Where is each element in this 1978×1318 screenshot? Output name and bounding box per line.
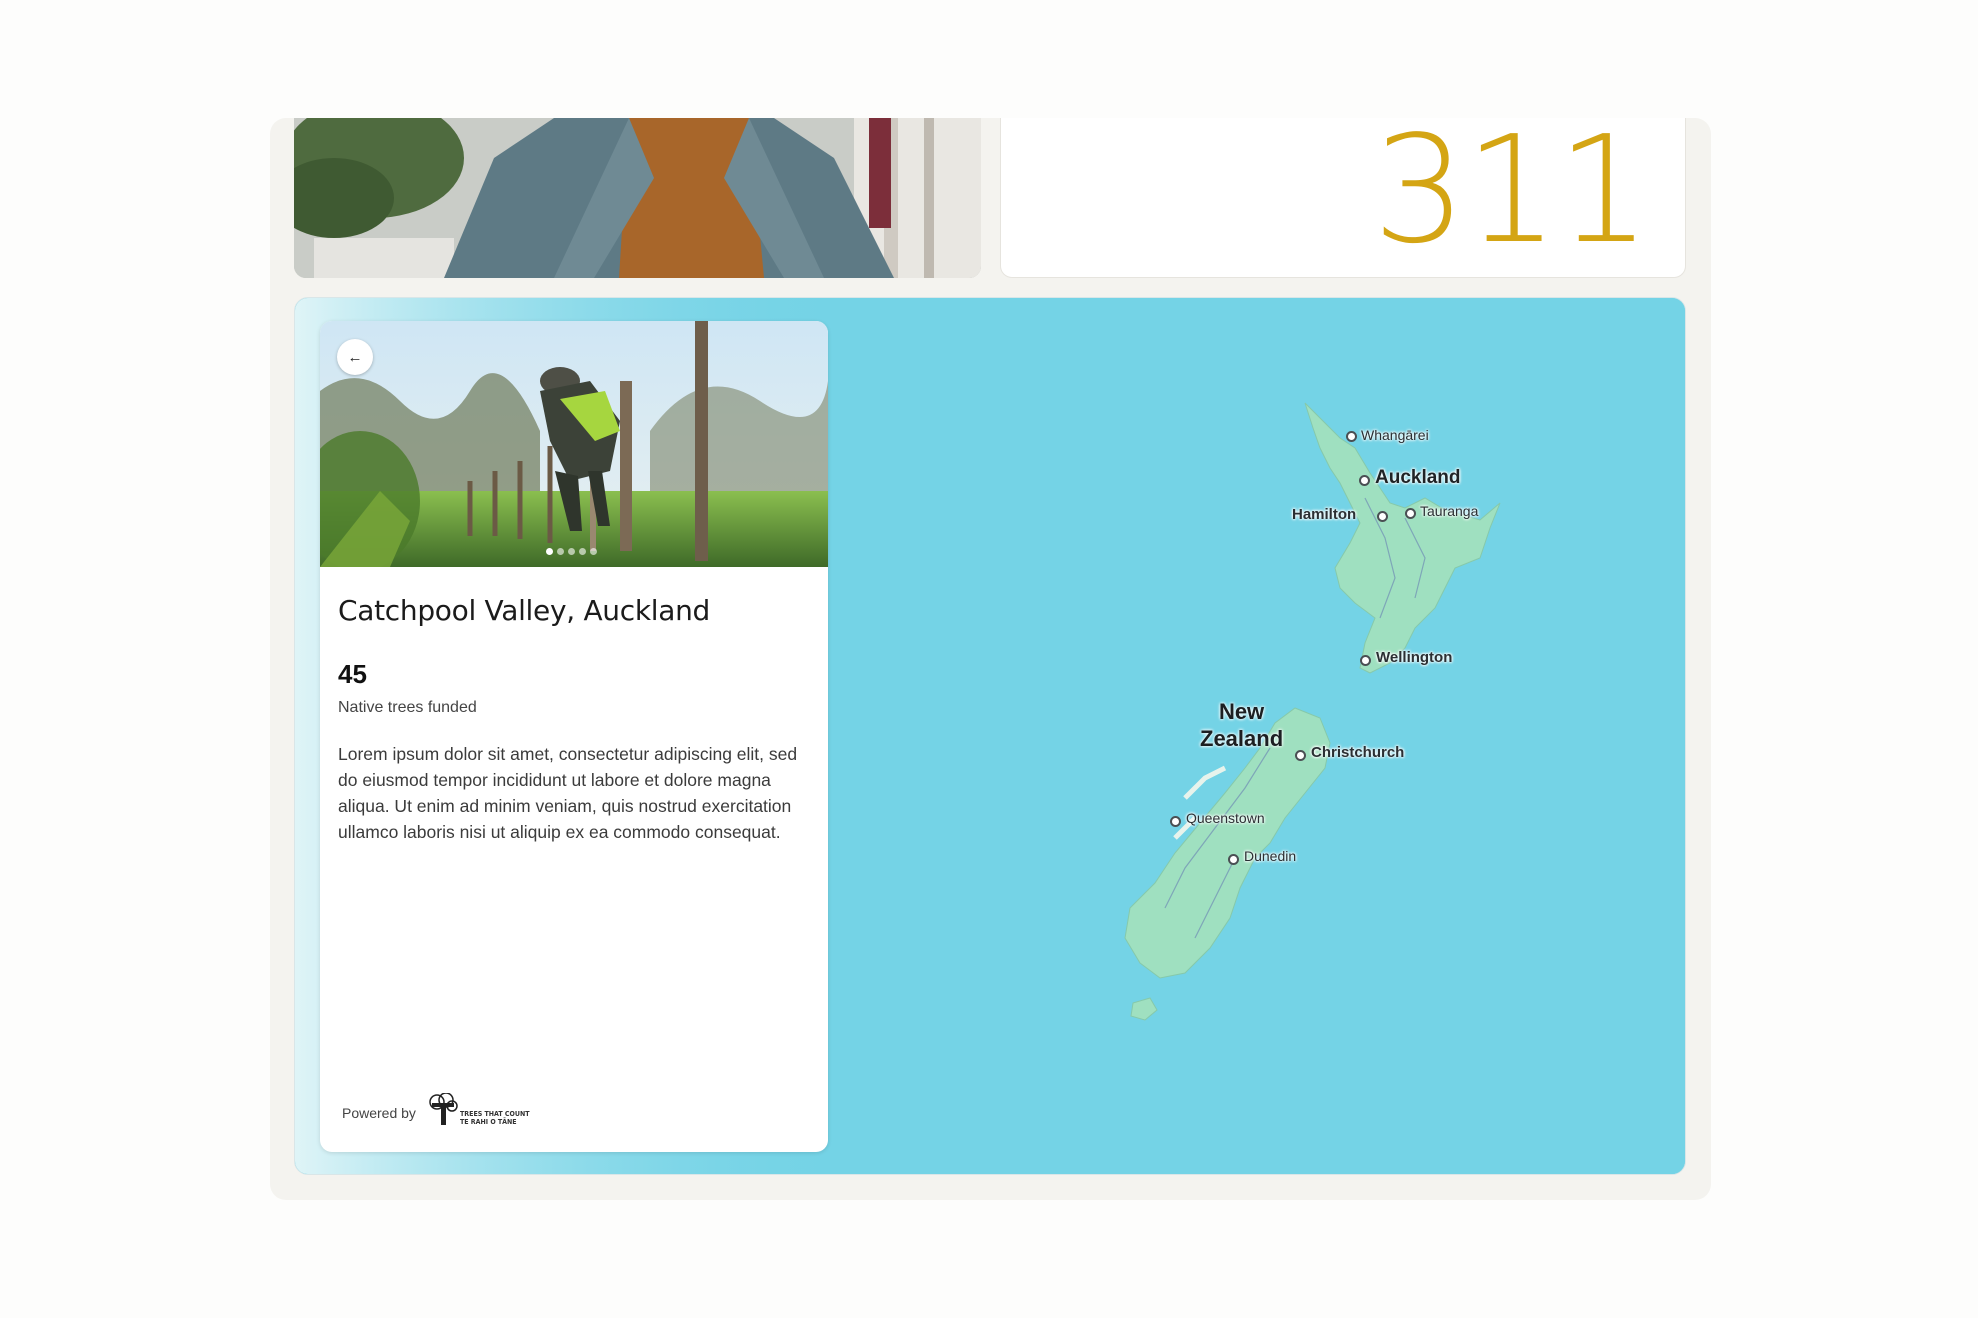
carousel-dot[interactable]: [568, 548, 575, 555]
person-photo-tile: [294, 118, 981, 278]
tauranga-marker[interactable]: [1405, 508, 1416, 519]
location-title: Catchpool Valley, Auckland: [338, 594, 711, 627]
hamilton-label: Hamilton: [1292, 506, 1357, 523]
wellington-marker[interactable]: [1360, 655, 1371, 666]
person-photo: [294, 118, 981, 278]
country-label-line1: New: [1218, 699, 1265, 724]
powered-by-label: Powered by: [342, 1105, 416, 1121]
carousel-dot[interactable]: [557, 548, 564, 555]
auckland-label: Auckland: [1375, 467, 1461, 488]
brand-name: TREES THAT COUNT TE RAHI O TĀNE: [460, 1110, 530, 1126]
carousel-dot[interactable]: [546, 548, 553, 555]
christchurch-label: Christchurch: [1311, 744, 1405, 761]
whangarei-label: Whangārei: [1361, 427, 1429, 443]
wellington-label: Wellington: [1376, 649, 1453, 666]
queenstown-marker[interactable]: [1170, 816, 1181, 827]
country-label-line2: Zealand: [1200, 726, 1284, 751]
whangarei-marker[interactable]: [1346, 431, 1357, 442]
christchurch-marker[interactable]: [1295, 750, 1306, 761]
hamilton-marker[interactable]: [1377, 511, 1388, 522]
dunedin-label: Dunedin: [1244, 848, 1297, 864]
trees-count: 45: [338, 659, 367, 689]
dunedin-marker[interactable]: [1228, 854, 1239, 865]
carousel-dot[interactable]: [590, 548, 597, 555]
queenstown-label: Queenstown: [1186, 810, 1265, 826]
brand-line2: TE RAHI O TĀNE: [460, 1118, 517, 1126]
map-section[interactable]: Whangārei Auckland Hamilton Tauranga Wel…: [294, 297, 1686, 1175]
trees-count-label: Native trees funded: [338, 699, 477, 716]
stat-number: 311: [1372, 118, 1651, 276]
tauranga-label: Tauranga: [1420, 503, 1479, 519]
auckland-marker[interactable]: [1359, 475, 1370, 486]
brand-line1: TREES THAT COUNT: [460, 1110, 530, 1118]
location-card: ← Catchpool Valley, Auckland 45 Native t…: [320, 321, 828, 1152]
tree-logo-icon: [429, 1093, 458, 1125]
back-button[interactable]: ←: [337, 339, 373, 375]
stat-tile: 311: [1000, 118, 1686, 278]
country-label: New Zealand: [1200, 698, 1283, 752]
location-description: Lorem ipsum dolor sit amet, consectetur …: [338, 744, 798, 842]
arrow-left-icon: ←: [347, 348, 363, 366]
carousel-dots: [546, 548, 597, 555]
dashboard-frame: 311 Whangārei Auckland Hamilton Tauranga…: [270, 118, 1711, 1200]
carousel-dot[interactable]: [579, 548, 586, 555]
card-photo[interactable]: [320, 321, 828, 567]
